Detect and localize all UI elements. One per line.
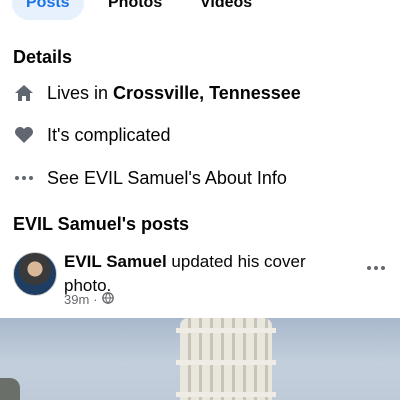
relationship-status: It's complicated: [47, 124, 171, 145]
post-options-button[interactable]: [366, 254, 386, 277]
leaning-tower-image: [176, 318, 276, 400]
detail-lives-in: Lives in Crossville, Tennessee: [13, 81, 393, 105]
avatar[interactable]: [13, 252, 57, 296]
cover-photo-image[interactable]: [0, 318, 400, 400]
tab-videos[interactable]: Videos: [200, 0, 252, 20]
tab-photos[interactable]: Photos: [108, 0, 162, 20]
posts-heading: EVIL Samuel's posts: [13, 214, 190, 234]
detail-about-link[interactable]: See EVIL Samuel's About Info: [13, 166, 393, 190]
profile-tabs: Posts Photos Videos: [0, 0, 400, 20]
home-icon: [13, 82, 35, 104]
about-info-link[interactable]: See EVIL Samuel's About Info: [47, 168, 287, 189]
post-header: EVIL Samuel updated his cover photo. 39m…: [13, 250, 393, 312]
meta-separator: ·: [93, 292, 98, 307]
lives-location-link[interactable]: Crossville, Tennessee: [113, 83, 301, 103]
details-heading: Details: [13, 47, 73, 67]
more-dots-icon: [13, 167, 35, 189]
detail-relationship: It's complicated: [13, 123, 393, 147]
tree-silhouette: [0, 378, 20, 400]
post-author-link[interactable]: EVIL Samuel: [64, 252, 167, 271]
lives-prefix: Lives in: [47, 82, 114, 103]
post-timestamp[interactable]: 39m: [64, 292, 89, 307]
tab-posts[interactable]: Posts: [12, 0, 84, 20]
post-headline: EVIL Samuel updated his cover photo.: [64, 250, 354, 298]
heart-icon: [13, 124, 35, 146]
globe-icon: [101, 292, 114, 307]
more-horizontal-icon: [367, 266, 385, 270]
post-meta: 39m ·: [64, 292, 114, 307]
